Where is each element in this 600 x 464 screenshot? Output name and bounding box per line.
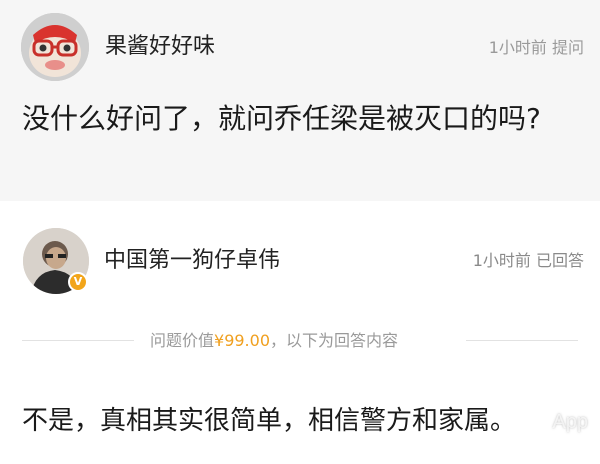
price-info: 问题价值¥99.00，以下为回答内容 bbox=[150, 329, 398, 353]
divider-line bbox=[22, 340, 134, 341]
asker-name[interactable]: 果酱好好味 bbox=[105, 32, 215, 62]
price-prefix: 问题价值 bbox=[150, 331, 215, 350]
price-value: ¥99.00 bbox=[214, 331, 270, 350]
verified-badge-icon: V bbox=[68, 272, 88, 292]
cartoon-avatar-icon bbox=[21, 13, 89, 81]
question-action: 提问 bbox=[551, 38, 584, 57]
app-watermark: App bbox=[552, 411, 588, 433]
answer-time: 1小时前 bbox=[472, 251, 531, 270]
answerer-name[interactable]: 中国第一狗仔卓伟 bbox=[104, 246, 280, 276]
asker-meta: 1小时前 提问 bbox=[489, 37, 584, 59]
divider-line bbox=[466, 340, 578, 341]
question-card: 果酱好好味 1小时前 提问 没什么好问了，就问乔任梁是被灭口的吗? bbox=[0, 0, 600, 201]
price-suffix: ，以下为回答内容 bbox=[270, 331, 399, 350]
answer-text: 不是，真相其实很简单，相信警方和家属。 bbox=[22, 406, 517, 436]
question-text: 没什么好问了，就问乔任梁是被灭口的吗? bbox=[22, 102, 541, 135]
answer-status: 已回答 bbox=[535, 251, 584, 270]
qa-page: 果酱好好味 1小时前 提问 没什么好问了，就问乔任梁是被灭口的吗? V 中国第一… bbox=[0, 0, 600, 464]
question-time: 1小时前 bbox=[488, 38, 547, 57]
asker-avatar[interactable] bbox=[21, 13, 89, 81]
price-divider: 问题价值¥99.00，以下为回答内容 bbox=[22, 328, 578, 354]
answerer-meta: 1小时前 已回答 bbox=[473, 250, 584, 272]
